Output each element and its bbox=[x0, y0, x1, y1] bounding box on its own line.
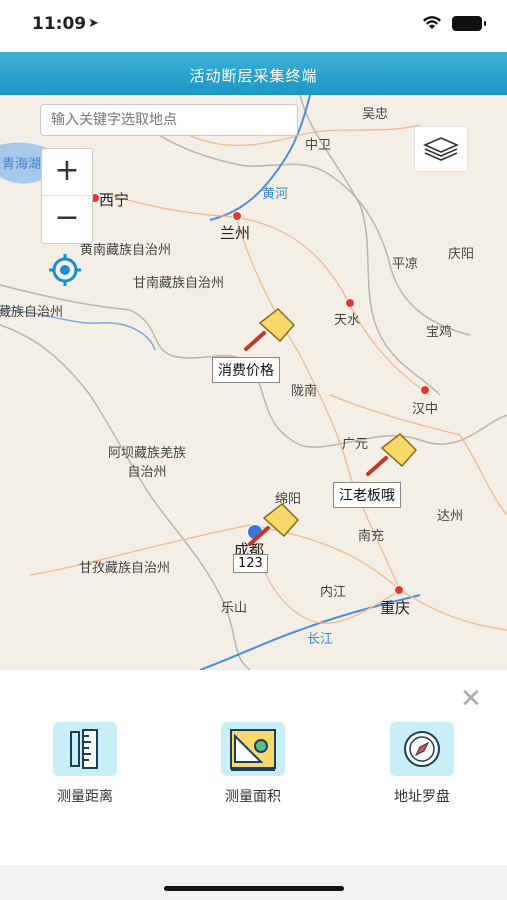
map-label: 青海湖 bbox=[2, 157, 42, 172]
locate-me-icon[interactable] bbox=[47, 252, 83, 288]
map-label: 甘南藏族自治州 bbox=[133, 276, 225, 291]
measure-distance-button[interactable]: 测量距离 bbox=[25, 722, 145, 806]
river-label: 长江 bbox=[307, 632, 334, 647]
map-label: 中卫 bbox=[305, 138, 332, 153]
marker-label[interactable]: 123 bbox=[233, 554, 268, 573]
close-icon[interactable]: ✕ bbox=[460, 686, 482, 712]
area-measure-icon bbox=[221, 722, 285, 776]
ruler-icon bbox=[53, 722, 117, 776]
map-label: 庆阳 bbox=[448, 247, 475, 262]
city-dot bbox=[394, 585, 404, 595]
tool-label: 地址罗盘 bbox=[394, 789, 450, 805]
tool-label: 测量面积 bbox=[225, 789, 281, 805]
zoom-in-button[interactable]: + bbox=[42, 149, 92, 195]
status-bar: 11:09 ➤ bbox=[0, 0, 507, 52]
city-label: 重庆 bbox=[380, 599, 411, 617]
home-indicator bbox=[0, 865, 507, 900]
zoom-control: + − bbox=[41, 148, 93, 244]
map-label: 乐山 bbox=[221, 601, 248, 616]
battery-icon bbox=[452, 16, 486, 31]
map-label: 达州 bbox=[437, 509, 464, 524]
search-box[interactable] bbox=[40, 104, 298, 136]
tool-label: 测量距离 bbox=[57, 789, 113, 805]
pushpin-icon[interactable] bbox=[240, 305, 300, 355]
river-label: 黄河 bbox=[262, 187, 289, 202]
map-label: 宝鸡 bbox=[426, 325, 453, 340]
location-arrow-icon: ➤ bbox=[88, 16, 99, 31]
layers-button[interactable] bbox=[414, 126, 468, 172]
address-compass-button[interactable]: 地址罗盘 bbox=[362, 722, 482, 806]
map-label: 甘孜藏族自治州 bbox=[79, 561, 171, 576]
map-label: 吴忠 bbox=[362, 107, 389, 122]
pushpin-icon[interactable] bbox=[362, 430, 422, 480]
map-label: 黄南藏族自治州 bbox=[80, 243, 172, 258]
marker-label[interactable]: 江老板哦 bbox=[333, 482, 401, 508]
map-label: 藏族自治州 bbox=[0, 305, 64, 320]
measure-area-button[interactable]: 测量面积 bbox=[193, 722, 313, 806]
compass-icon bbox=[390, 722, 454, 776]
city-label: 西宁 bbox=[99, 191, 130, 209]
marker-label[interactable]: 消费价格 bbox=[212, 357, 280, 383]
pushpin-icon[interactable] bbox=[244, 500, 304, 550]
zoom-out-button[interactable]: − bbox=[42, 196, 92, 242]
page-title: 活动断层采集终端 bbox=[189, 67, 318, 85]
search-input[interactable] bbox=[49, 111, 293, 129]
wifi-icon bbox=[423, 16, 441, 29]
map-label: 天水 bbox=[334, 313, 361, 328]
map-label: 平凉 bbox=[392, 257, 419, 272]
map-label: 内江 bbox=[320, 585, 347, 600]
city-label: 兰州 bbox=[220, 224, 251, 242]
map-label: 阿坝藏族羌族自治州 bbox=[107, 446, 186, 480]
city-dot bbox=[345, 298, 355, 308]
status-time: 11:09 bbox=[32, 14, 87, 34]
city-dot bbox=[232, 211, 242, 221]
city-dot bbox=[420, 385, 430, 395]
tools-panel: ✕ 测量距离 测量面积 地址罗盘 bbox=[0, 670, 507, 865]
app-header: 活动断层采集终端 bbox=[0, 52, 507, 95]
map-label: 陇南 bbox=[291, 384, 318, 399]
map-label: 南充 bbox=[358, 529, 385, 544]
map-label: 汉中 bbox=[412, 402, 439, 417]
layers-icon bbox=[423, 137, 459, 161]
